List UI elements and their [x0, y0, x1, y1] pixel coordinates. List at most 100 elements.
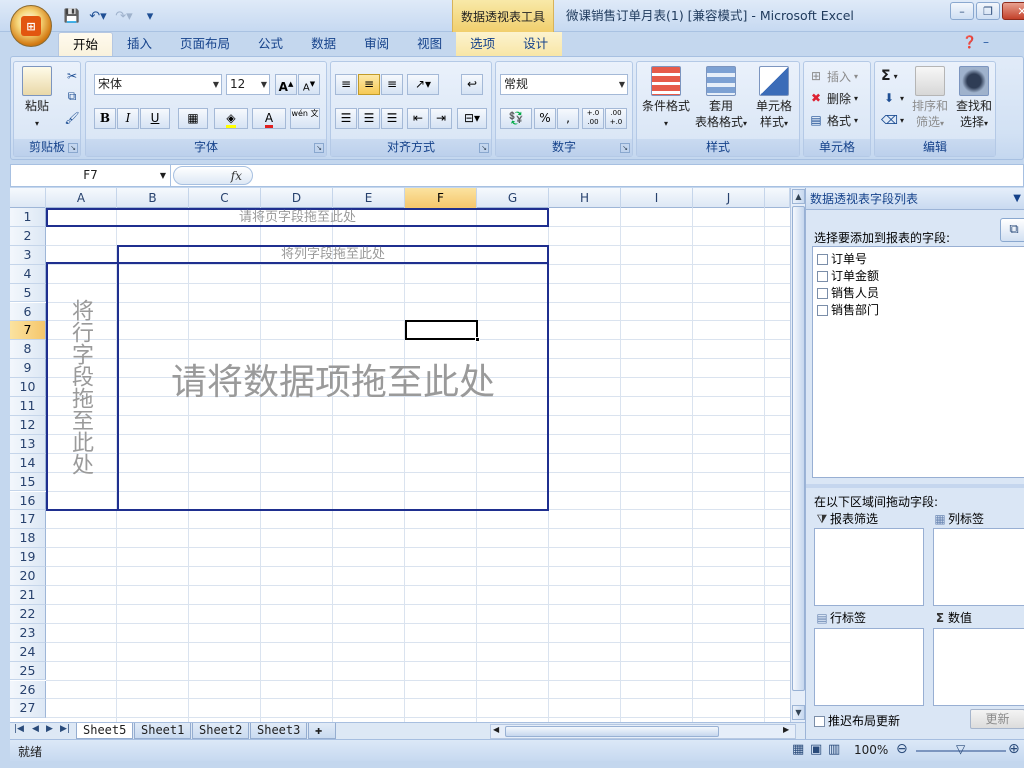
fill-handle[interactable] [475, 337, 480, 342]
pane-splitter[interactable] [806, 484, 1024, 488]
formula-input[interactable] [257, 165, 1023, 186]
office-button[interactable]: ⊞ [10, 5, 52, 47]
zoom-out-icon[interactable]: ⊖ [896, 741, 908, 757]
clipboard-launcher-icon[interactable]: ↘ [68, 143, 78, 153]
shrink-font-button[interactable]: A▼ [298, 74, 320, 95]
scroll-up-icon[interactable]: ▲ [792, 189, 805, 204]
column-header-b[interactable]: B [117, 188, 189, 208]
column-header-d[interactable]: D [261, 188, 333, 208]
number-launcher-icon[interactable]: ↘ [620, 143, 630, 153]
row-header-22[interactable]: 22 [10, 604, 46, 624]
percent-button[interactable]: % [534, 108, 556, 129]
align-center-button[interactable]: ☰ [358, 108, 380, 129]
align-top-button[interactable]: ≡ [335, 74, 357, 95]
align-right-button[interactable]: ☰ [381, 108, 403, 129]
row-header-25[interactable]: 25 [10, 661, 46, 681]
conditional-format-button[interactable]: 条件格式 ▾ [639, 66, 693, 132]
vertical-scrollbar[interactable]: ▲ ▼ [790, 188, 805, 722]
row-header-6[interactable]: 6 [10, 302, 46, 322]
decrease-decimal-button[interactable]: .00 +.0 [605, 108, 627, 129]
row-header-26[interactable]: 26 [10, 680, 46, 700]
increase-decimal-button[interactable]: +.0 .00 [582, 108, 604, 129]
select-all-corner[interactable] [10, 188, 46, 208]
row-header-4[interactable]: 4 [10, 264, 46, 284]
row-header-2[interactable]: 2 [10, 226, 46, 246]
find-select-button[interactable]: 查找和 选择▾ [953, 66, 995, 132]
worksheet-grid[interactable]: ABCDEFGHIJ 请将页字段拖至此处 将列字段拖至此处 将行字段拖至此处 请… [10, 188, 790, 722]
row-header-21[interactable]: 21 [10, 586, 46, 605]
checkbox-order-id[interactable] [817, 254, 828, 265]
format-cells-button[interactable]: ▤ 格式 ▾ [808, 110, 858, 130]
row-header-20[interactable]: 20 [10, 567, 46, 586]
autosum-button[interactable]: Σ ▾ [881, 66, 898, 86]
format-as-table-button[interactable]: 套用 表格格式▾ [691, 66, 751, 132]
row-header-1[interactable]: 1 [10, 208, 46, 227]
tab-home[interactable]: 开始 [58, 32, 114, 56]
row-header-27[interactable]: 27 [10, 699, 46, 719]
values-area[interactable] [933, 628, 1024, 706]
tab-formulas[interactable]: 公式 [244, 32, 297, 56]
defer-layout-checkbox[interactable] [814, 716, 825, 727]
page-layout-view-icon[interactable]: ▣ [810, 742, 822, 757]
cut-icon[interactable]: ✂ [64, 68, 80, 84]
row-header-10[interactable]: 10 [10, 378, 46, 397]
horizontal-scrollbar[interactable]: ◀ ▶ [490, 724, 796, 739]
defer-layout-option[interactable]: 推迟布局更新 [814, 712, 900, 729]
row-labels-area[interactable] [814, 628, 924, 706]
row-header-3[interactable]: 3 [10, 245, 46, 265]
redo-icon[interactable]: ↷▾ [114, 7, 134, 25]
tab-view[interactable]: 视图 [403, 32, 456, 56]
alignment-launcher-icon[interactable]: ↘ [479, 143, 489, 153]
prev-sheet-icon[interactable]: ◀ [32, 724, 39, 734]
row-header-14[interactable]: 14 [10, 453, 46, 473]
row-header-8[interactable]: 8 [10, 340, 46, 360]
align-bottom-button[interactable]: ≡ [381, 74, 403, 95]
normal-view-icon[interactable]: ▦ [792, 742, 804, 757]
checkbox-order-amount[interactable] [817, 271, 828, 282]
scroll-right-icon[interactable]: ▶ [783, 725, 789, 734]
underline-button[interactable]: U [140, 108, 170, 129]
tab-review[interactable]: 审阅 [350, 32, 403, 56]
tab-insert[interactable]: 插入 [113, 32, 166, 56]
field-item-sales-department[interactable]: 销售部门 [817, 301, 879, 318]
row-header-18[interactable]: 18 [10, 529, 46, 549]
font-size-combo[interactable]: 12 ▼ [226, 74, 270, 95]
row-header-11[interactable]: 11 [10, 397, 46, 416]
column-header-f[interactable]: F [405, 188, 477, 208]
zoom-in-icon[interactable]: ⊕ [1008, 741, 1020, 757]
cell-styles-button[interactable]: 单元格 样式▾ [751, 66, 797, 132]
field-list-layout-button[interactable]: ⧉ [1000, 218, 1024, 242]
sheet-tab-sheet2[interactable]: Sheet2 [192, 723, 250, 739]
number-format-combo[interactable]: 常规 ▼ [500, 74, 628, 95]
restore-icon[interactable]: ❐ [976, 2, 1000, 20]
page-break-view-icon[interactable]: ▥ [828, 742, 840, 757]
clear-button[interactable]: ⌫ ▾ [881, 110, 904, 130]
fill-color-button[interactable]: ◈ [214, 108, 248, 129]
insert-sheet-button[interactable]: ✚ [308, 723, 336, 739]
field-item-order-amount[interactable]: 订单金额 [817, 267, 879, 284]
row-header-16[interactable]: 16 [10, 491, 46, 511]
wrap-text-button[interactable]: ↩ [461, 74, 483, 95]
sheet-tab-sheet5[interactable]: Sheet5 [76, 723, 134, 739]
minimize-icon[interactable]: – [950, 2, 974, 20]
font-name-combo[interactable]: 宋体 ▼ [94, 74, 222, 95]
tab-data[interactable]: 数据 [297, 32, 350, 56]
sort-filter-button[interactable]: 排序和 筛选▾ [909, 66, 951, 132]
comma-button[interactable]: , [557, 108, 579, 129]
checkbox-sales-department[interactable] [817, 305, 828, 316]
zoom-slider-thumb[interactable]: ▽ [956, 742, 965, 756]
first-sheet-icon[interactable]: |◀ [14, 724, 24, 734]
sheet-tab-sheet1[interactable]: Sheet1 [134, 723, 192, 739]
row-header-19[interactable]: 19 [10, 548, 46, 568]
help-icon[interactable]: ❓ [962, 35, 977, 49]
undo-icon[interactable]: ↶▾ [88, 7, 108, 25]
row-header-24[interactable]: 24 [10, 642, 46, 662]
grow-font-button[interactable]: A▲ [275, 74, 297, 95]
paste-button[interactable]: 粘贴 ▾ [20, 66, 54, 132]
merge-center-button[interactable]: ⊟▾ [457, 108, 487, 129]
active-cell[interactable] [405, 320, 480, 342]
pane-options-icon[interactable]: ▼ [1013, 188, 1021, 210]
ribbon-minimize-icon[interactable]: – [983, 35, 989, 49]
report-filter-area[interactable] [814, 528, 924, 606]
horizontal-scroll-thumb[interactable] [505, 726, 719, 737]
